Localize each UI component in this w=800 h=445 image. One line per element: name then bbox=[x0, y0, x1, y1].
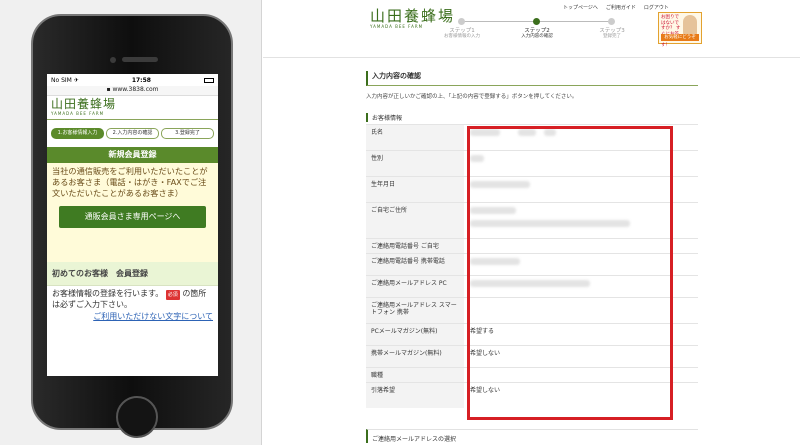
help-banner-text: お困りではないですか？ すぐにお答えします！ bbox=[661, 15, 681, 48]
stepper-label-3: ステップ3 登録完了 bbox=[577, 28, 647, 40]
help-banner[interactable]: お困りではないですか？ すぐにお答えします！ お気軽にどうぞ bbox=[658, 12, 702, 48]
stepper-label-3-sub: 登録完了 bbox=[603, 34, 621, 39]
mobile-steps: 1.お客様情報入力 2.入力内容の確認 3.登録完了 bbox=[47, 120, 218, 147]
camera-icon bbox=[110, 57, 116, 63]
stepper-label-2-sub: 入力内容の確認 bbox=[521, 34, 553, 39]
confirm-intro-text: 入力内容が正しいかご確認の上、「上記の内容で登録する」ボタンを押してください。 bbox=[366, 94, 578, 100]
battery-icon bbox=[204, 77, 214, 83]
highlight-annotation-box bbox=[467, 126, 673, 420]
row-label: 引落希望 bbox=[366, 383, 464, 408]
address-bar[interactable]: ▪ www.3838.com bbox=[47, 86, 218, 96]
address-url: www.3838.com bbox=[112, 86, 159, 93]
row-label: 性別 bbox=[366, 151, 464, 176]
mobile-preview-panel: No SIM ✈ 17:58 ▪ www.3838.com 山田養蜂場 YAMA… bbox=[0, 0, 262, 445]
row-label: 携帯メールマガジン(無料) bbox=[366, 346, 464, 367]
row-label: 氏名 bbox=[366, 125, 464, 150]
registration-text-1: お客様情報の登録を行います。 bbox=[52, 289, 164, 298]
row-label: ご連絡用電話番号 携帯電話 bbox=[366, 254, 464, 275]
logo-subtext: YAMADA BEE FARM bbox=[51, 111, 105, 116]
status-bar: No SIM ✈ 17:58 bbox=[47, 74, 218, 86]
pc-header-nav: トップページへ ご利用ガイド ログアウト bbox=[563, 4, 669, 11]
row-label: ご自宅ご住所 bbox=[366, 203, 464, 238]
required-badge: 必須 bbox=[165, 290, 180, 300]
mobile-step-2: 2.入力内容の確認 bbox=[106, 128, 159, 139]
stepper-dot-1 bbox=[458, 18, 465, 25]
stepper-label-1-sub: お客様情報の入力 bbox=[444, 34, 480, 39]
unusable-chars-link[interactable]: ご利用いただけない文字について bbox=[47, 310, 218, 323]
status-time: 17:58 bbox=[131, 76, 151, 84]
nav-top-link[interactable]: トップページへ bbox=[563, 4, 598, 11]
nav-guide-link[interactable]: ご利用ガイド bbox=[606, 4, 636, 11]
operator-avatar bbox=[683, 15, 697, 35]
speaker-grille bbox=[122, 57, 158, 62]
phone-screen: No SIM ✈ 17:58 ▪ www.3838.com 山田養蜂場 YAMA… bbox=[47, 74, 218, 376]
confirm-section-title: 入力内容の確認 bbox=[366, 71, 698, 86]
lock-icon: ▪ bbox=[106, 86, 111, 93]
row-label: 生年月日 bbox=[366, 177, 464, 202]
row-label: ご連絡用メールアドレス PC bbox=[366, 276, 464, 297]
email-selection-title: ご連絡用メールアドレスの選択 bbox=[366, 429, 698, 443]
mobile-section-title: 新規会員登録 bbox=[47, 147, 218, 163]
logo-text: 山田養蜂場 bbox=[51, 97, 117, 111]
pc-stepper: ステップ1 お客様情報の入力 ステップ2 入力内容の確認 ステップ3 登録完了 bbox=[433, 14, 653, 44]
status-carrier: No SIM ✈ bbox=[51, 76, 79, 84]
row-label: ご連絡用メールアドレス スマートフォン 携帯 bbox=[366, 298, 464, 323]
members-button-area: 通販会員さま専用ページへ bbox=[47, 202, 218, 262]
mobile-logo[interactable]: 山田養蜂場 YAMADA BEE FARM bbox=[47, 96, 218, 120]
existing-customer-notice: 当社の通信販売をご利用いただいたことがあるお客さま（電話・はがき・FAXでご注文… bbox=[47, 163, 218, 202]
mobile-step-3: 3.登録完了 bbox=[161, 128, 214, 139]
registration-text: お客様情報の登録を行います。 必須 の箇所は必ずご入力下さい。 bbox=[47, 286, 218, 310]
row-label: 職種 bbox=[366, 368, 464, 382]
stepper-label-1: ステップ1 お客様情報の入力 bbox=[427, 28, 497, 40]
customer-info-title: お客様情報 bbox=[366, 113, 698, 122]
row-label: ご連絡用電話番号 ご自宅 bbox=[366, 239, 464, 253]
header-divider bbox=[263, 57, 800, 58]
stepper-label-2: ステップ2 入力内容の確認 bbox=[502, 28, 572, 40]
help-banner-button[interactable]: お気軽にどうぞ bbox=[661, 34, 699, 41]
mobile-step-1: 1.お客様情報入力 bbox=[51, 128, 104, 139]
row-label: PCメールマガジン(無料) bbox=[366, 324, 464, 345]
nav-logout-link[interactable]: ログアウト bbox=[644, 4, 669, 11]
stepper-dot-2 bbox=[533, 18, 540, 25]
stepper-dot-3 bbox=[608, 18, 615, 25]
first-time-title: 初めてのお客様 会員登録 bbox=[47, 262, 218, 286]
home-button[interactable] bbox=[116, 396, 158, 438]
members-page-button[interactable]: 通販会員さま専用ページへ bbox=[59, 206, 206, 228]
